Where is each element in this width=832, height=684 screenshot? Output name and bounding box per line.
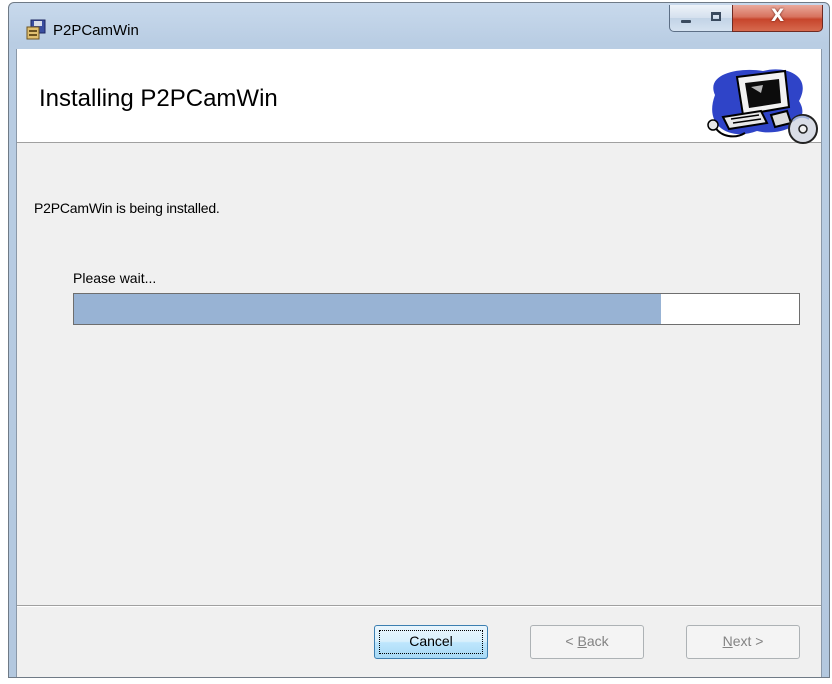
maximize-button[interactable] [701, 5, 733, 32]
close-icon: X [770, 6, 785, 26]
minimize-icon [681, 20, 691, 23]
maximize-icon [711, 12, 721, 21]
footer-divider [17, 605, 821, 607]
back-button[interactable]: < Back [530, 625, 644, 659]
progress-bar-fill [74, 294, 662, 324]
close-button[interactable]: X [732, 5, 823, 32]
minimize-button[interactable] [669, 5, 702, 32]
please-wait-label: Please wait... [73, 270, 157, 286]
install-status-text: P2PCamWin is being installed. [34, 200, 220, 216]
dialog-client-area: Installing P2PCamWin P2PCamWin is being … [16, 49, 822, 677]
installer-window: P2PCamWin X Installing P2PCamWin P2PCamW… [8, 2, 830, 678]
focus-rectangle [379, 630, 483, 654]
install-progress-bar [73, 293, 800, 325]
back-button-label: < Back [565, 633, 609, 649]
window-title: P2PCamWin [53, 22, 139, 39]
banner-title: Installing P2PCamWin [39, 85, 278, 112]
cancel-button[interactable]: Cancel [374, 625, 488, 659]
installer-app-icon [26, 19, 46, 40]
next-button[interactable]: Next > [686, 625, 800, 659]
title-bar[interactable]: P2PCamWin X [9, 3, 829, 49]
header-banner: Installing P2PCamWin [17, 49, 821, 144]
computer-clipart-icon [707, 69, 818, 144]
next-button-label: Next > [722, 633, 764, 649]
